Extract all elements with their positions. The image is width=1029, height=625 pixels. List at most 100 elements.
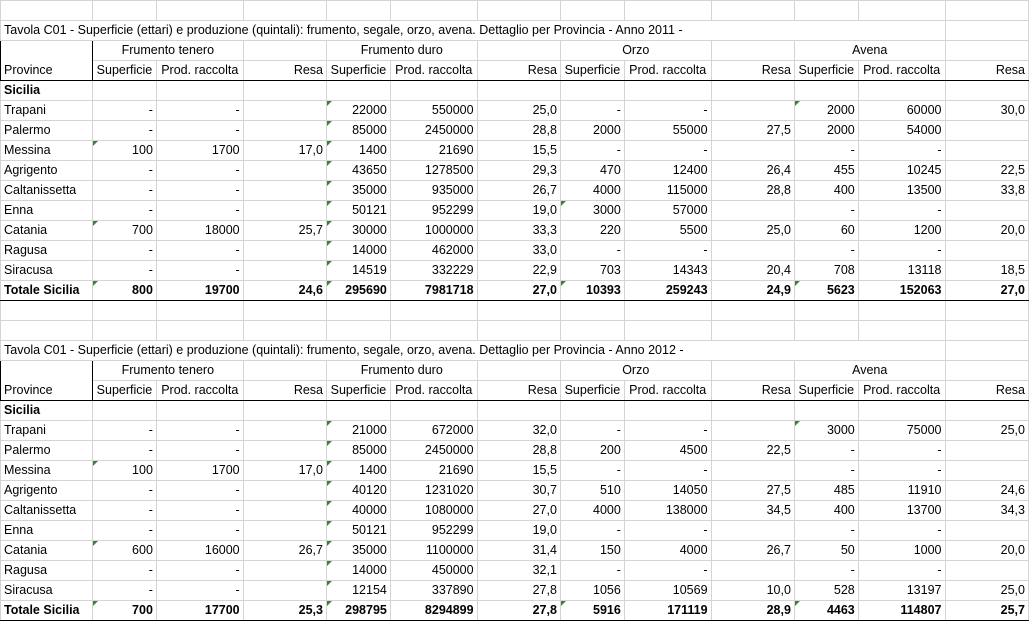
value-cell[interactable]: 28,8 [710, 180, 795, 201]
value-cell[interactable]: 60000 [857, 100, 946, 121]
value-cell[interactable]: - [559, 240, 625, 261]
value-cell[interactable]: 510 [559, 480, 625, 501]
empty-cell[interactable] [623, 400, 712, 421]
total-value-cell[interactable]: 259243 [623, 280, 712, 301]
empty-cell[interactable] [476, 80, 561, 101]
column-subheader[interactable]: Superficie [326, 60, 391, 81]
value-cell[interactable]: 400 [793, 500, 859, 521]
column-subheader[interactable]: Superficie [559, 60, 625, 81]
empty-cell[interactable] [793, 320, 859, 341]
crop-group-header[interactable]: Orzo [559, 40, 712, 61]
value-cell[interactable] [242, 240, 328, 261]
value-cell[interactable]: 485 [793, 480, 859, 501]
value-cell[interactable]: - [92, 560, 157, 581]
empty-cell[interactable] [793, 80, 859, 101]
value-cell[interactable]: - [155, 120, 244, 141]
value-cell[interactable]: 54000 [857, 120, 946, 141]
value-cell[interactable]: 1000000 [389, 220, 478, 241]
value-cell[interactable]: 2000 [559, 120, 625, 141]
value-cell[interactable]: 14519 [326, 260, 391, 281]
value-cell[interactable]: 952299 [389, 520, 478, 541]
value-cell[interactable]: 85000 [326, 120, 391, 141]
value-cell[interactable] [242, 560, 328, 581]
value-cell[interactable] [242, 160, 328, 181]
value-cell[interactable]: - [559, 420, 625, 441]
empty-cell[interactable] [326, 80, 391, 101]
column-subheader[interactable]: Resa [944, 60, 1029, 81]
value-cell[interactable]: - [92, 100, 157, 121]
crop-group-header[interactable]: Frumento duro [326, 360, 478, 381]
value-cell[interactable]: 4000 [559, 180, 625, 201]
value-cell[interactable]: 12400 [623, 160, 712, 181]
total-value-cell[interactable]: 24,9 [710, 280, 795, 301]
crop-group-header[interactable]: Frumento tenero [92, 360, 244, 381]
value-cell[interactable]: - [623, 240, 712, 261]
value-cell[interactable]: 1000 [857, 540, 946, 561]
empty-cell[interactable] [242, 80, 328, 101]
value-cell[interactable]: 32,0 [476, 420, 561, 441]
value-cell[interactable]: 100 [92, 460, 157, 481]
value-cell[interactable]: 60 [793, 220, 859, 241]
value-cell[interactable]: 50121 [326, 200, 391, 221]
value-cell[interactable]: 1400 [326, 460, 391, 481]
table-title-cell[interactable]: Tavola C01 - Superficie (ettari) e produ… [0, 20, 946, 41]
value-cell[interactable]: - [92, 480, 157, 501]
empty-cell[interactable] [155, 400, 244, 421]
value-cell[interactable]: 57000 [623, 200, 712, 221]
total-value-cell[interactable]: 25,7 [944, 600, 1029, 621]
value-cell[interactable]: 400 [793, 180, 859, 201]
province-name[interactable]: Palermo [0, 440, 94, 461]
empty-cell[interactable] [944, 340, 1029, 361]
column-subheader[interactable]: Resa [710, 60, 795, 81]
total-value-cell[interactable]: 700 [92, 600, 157, 621]
value-cell[interactable] [242, 500, 328, 521]
empty-cell[interactable] [710, 80, 795, 101]
empty-cell[interactable] [944, 300, 1029, 321]
value-cell[interactable]: 18000 [155, 220, 244, 241]
total-value-cell[interactable]: 114807 [857, 600, 946, 621]
value-cell[interactable] [242, 420, 328, 441]
column-subheader[interactable]: Prod. raccolta [155, 60, 244, 81]
value-cell[interactable]: 1056 [559, 580, 625, 601]
value-cell[interactable]: - [155, 560, 244, 581]
value-cell[interactable]: - [92, 500, 157, 521]
column-subheader[interactable]: Prod. raccolta [857, 60, 946, 81]
value-cell[interactable]: 16000 [155, 540, 244, 561]
value-cell[interactable]: - [623, 520, 712, 541]
empty-cell[interactable] [559, 320, 625, 341]
total-value-cell[interactable]: 8294899 [389, 600, 478, 621]
column-subheader[interactable]: Superficie [326, 380, 391, 401]
province-name[interactable]: Catania [0, 540, 94, 561]
value-cell[interactable]: 2450000 [389, 120, 478, 141]
value-cell[interactable]: 1278500 [389, 160, 478, 181]
value-cell[interactable]: 28,8 [476, 120, 561, 141]
value-cell[interactable]: 34,3 [944, 500, 1029, 521]
value-cell[interactable]: 27,0 [476, 500, 561, 521]
value-cell[interactable] [242, 580, 328, 601]
value-cell[interactable]: - [793, 460, 859, 481]
value-cell[interactable]: 33,3 [476, 220, 561, 241]
column-subheader[interactable]: Resa [242, 60, 328, 81]
value-cell[interactable]: - [857, 520, 946, 541]
value-cell[interactable]: 14000 [326, 560, 391, 581]
value-cell[interactable]: - [92, 240, 157, 261]
empty-cell[interactable] [242, 40, 328, 61]
empty-cell[interactable] [944, 0, 1029, 21]
region-label[interactable]: Sicilia [0, 400, 94, 421]
value-cell[interactable]: 935000 [389, 180, 478, 201]
value-cell[interactable]: 25,0 [476, 100, 561, 121]
data-grid[interactable]: Tavola C01 - Superficie (ettari) e produ… [0, 0, 1029, 621]
empty-cell[interactable] [944, 400, 1029, 421]
empty-cell[interactable] [857, 0, 946, 21]
value-cell[interactable]: - [92, 180, 157, 201]
empty-cell[interactable] [857, 320, 946, 341]
empty-cell[interactable] [92, 320, 157, 341]
value-cell[interactable]: - [793, 240, 859, 261]
value-cell[interactable]: 10569 [623, 580, 712, 601]
value-cell[interactable]: - [559, 460, 625, 481]
value-cell[interactable]: - [155, 440, 244, 461]
total-value-cell[interactable]: 24,6 [242, 280, 328, 301]
value-cell[interactable]: - [793, 560, 859, 581]
value-cell[interactable]: 25,0 [944, 580, 1029, 601]
empty-cell[interactable] [857, 400, 946, 421]
